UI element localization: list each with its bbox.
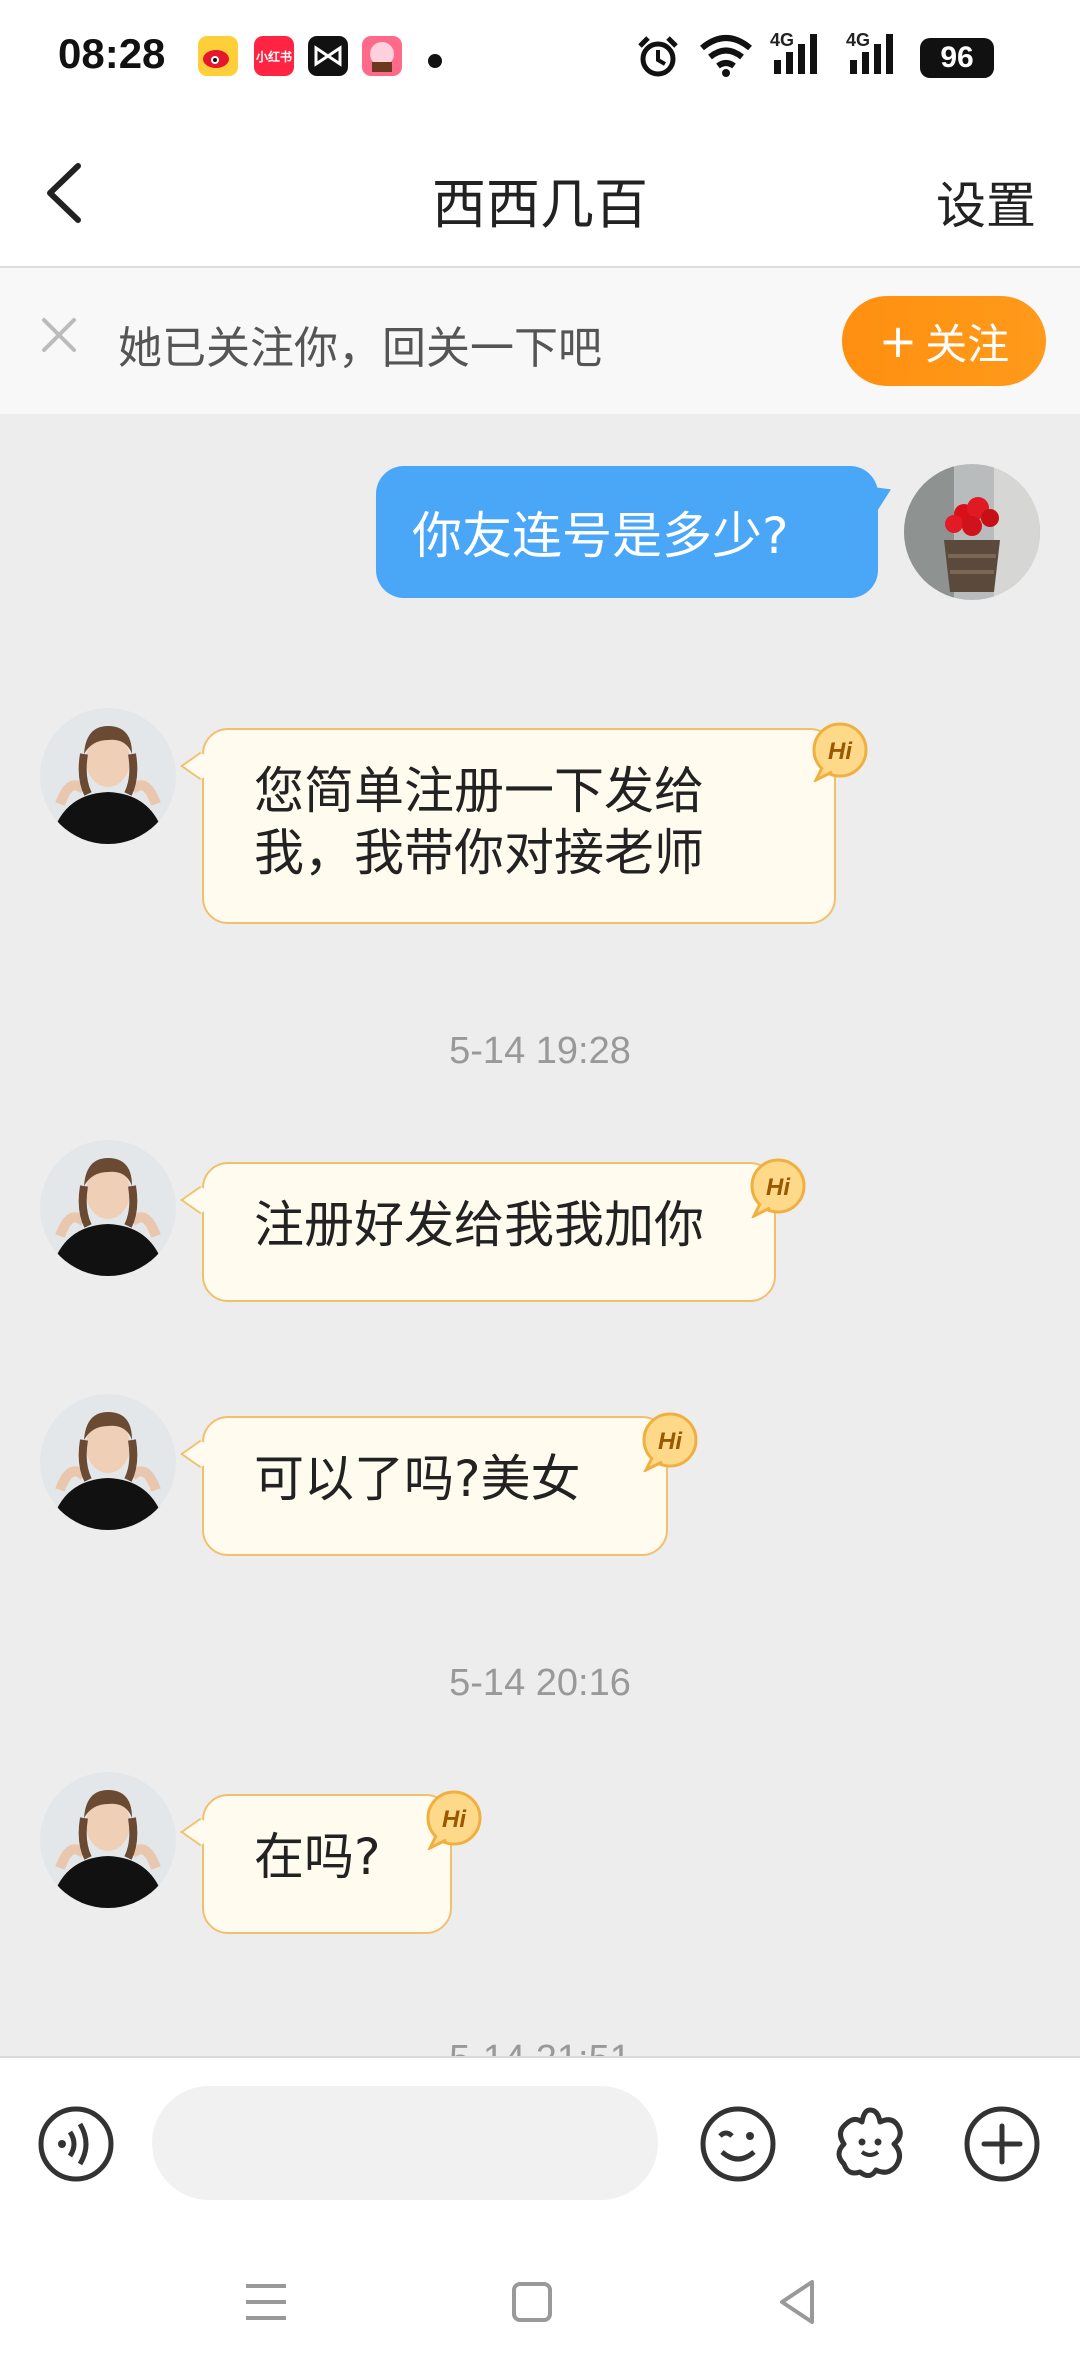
message-text: 可以了吗?美女 (254, 1450, 581, 1508)
close-icon[interactable] (36, 312, 82, 358)
svg-text:Hi: Hi (658, 1428, 683, 1455)
status-time: 08:28 (58, 30, 166, 77)
message-line: 我，我带你对接老师 (254, 824, 704, 882)
follow-prompt-text: 她已关注你，回关一下吧 (118, 323, 602, 374)
my-avatar[interactable] (904, 464, 1040, 600)
home-icon[interactable] (502, 2272, 562, 2332)
timestamp: 5-14 20:16 (449, 1662, 631, 1704)
contact-avatar[interactable] (40, 1394, 176, 1530)
notification-dot (428, 54, 442, 68)
system-navigation-bar (0, 2226, 1080, 2376)
message-line: 您简单注册一下发给 (254, 762, 704, 820)
follow-button[interactable]: + 关注 (842, 296, 1046, 386)
svg-text:Hi: Hi (442, 1806, 467, 1833)
sticker-icon[interactable] (830, 2104, 910, 2184)
capcut-icon (308, 36, 348, 76)
message-text: 你友连号是多少? (412, 507, 789, 565)
hi-badge-icon: Hi (812, 722, 868, 782)
618-app-icon (362, 36, 402, 76)
incoming-message-bubble[interactable]: 可以了吗?美女 (180, 1416, 668, 1556)
contact-avatar[interactable] (40, 708, 176, 844)
incoming-message-bubble[interactable]: 您简单注册一下发给 我，我带你对接老师 (180, 728, 836, 924)
follow-banner: 她已关注你，回关一下吧 + 关注 (0, 268, 1080, 414)
plus-icon: + (878, 314, 918, 368)
my-message-bubble[interactable]: 你友连号是多少? (376, 466, 878, 598)
alarm-icon (638, 36, 678, 77)
status-bar: 08:28 小红书 4G 4G 96 (0, 0, 1080, 118)
follow-button-label: 关注 (925, 319, 1010, 369)
signal-icon-2: 4G (846, 30, 906, 82)
signal-icon-1: 4G (770, 30, 830, 82)
add-icon[interactable] (962, 2104, 1042, 2184)
weibo-icon (198, 36, 238, 76)
bubble-tail (180, 1440, 220, 1468)
contact-avatar[interactable] (40, 1772, 176, 1908)
message-text: 在吗? (254, 1828, 381, 1886)
message-input-bar (0, 2056, 1080, 2228)
settings-button[interactable]: 设置 (936, 166, 1036, 238)
svg-text:Hi: Hi (766, 1174, 791, 1201)
incoming-message-bubble[interactable]: 注册好发给我我加你 (180, 1162, 776, 1302)
emoji-icon[interactable] (698, 2104, 778, 2184)
voice-icon[interactable] (36, 2104, 116, 2184)
menu-icon[interactable] (236, 2272, 296, 2332)
back-icon[interactable] (768, 2272, 828, 2332)
contact-avatar[interactable] (40, 1140, 176, 1276)
hi-badge-icon: Hi (426, 1790, 482, 1850)
timestamp: 5-14 19:28 (449, 1030, 631, 1072)
battery-indicator: 96 (920, 38, 994, 78)
message-text: 注册好发给我我加你 (254, 1196, 704, 1254)
svg-text:Hi: Hi (828, 738, 853, 765)
xiaohongshu-icon: 小红书 (254, 36, 294, 76)
wifi-icon (700, 35, 752, 77)
bubble-tail (180, 752, 220, 780)
page-title: 西西几百 (432, 173, 648, 236)
hi-badge-icon: Hi (642, 1412, 698, 1472)
incoming-message-bubble[interactable]: 在吗? (180, 1794, 452, 1934)
bubble-tail (180, 1186, 220, 1214)
hi-badge-icon: Hi (750, 1158, 806, 1218)
chat-header: 西西几百 设置 (0, 118, 1080, 268)
bubble-tail (180, 1818, 220, 1846)
message-input[interactable] (152, 2086, 658, 2200)
